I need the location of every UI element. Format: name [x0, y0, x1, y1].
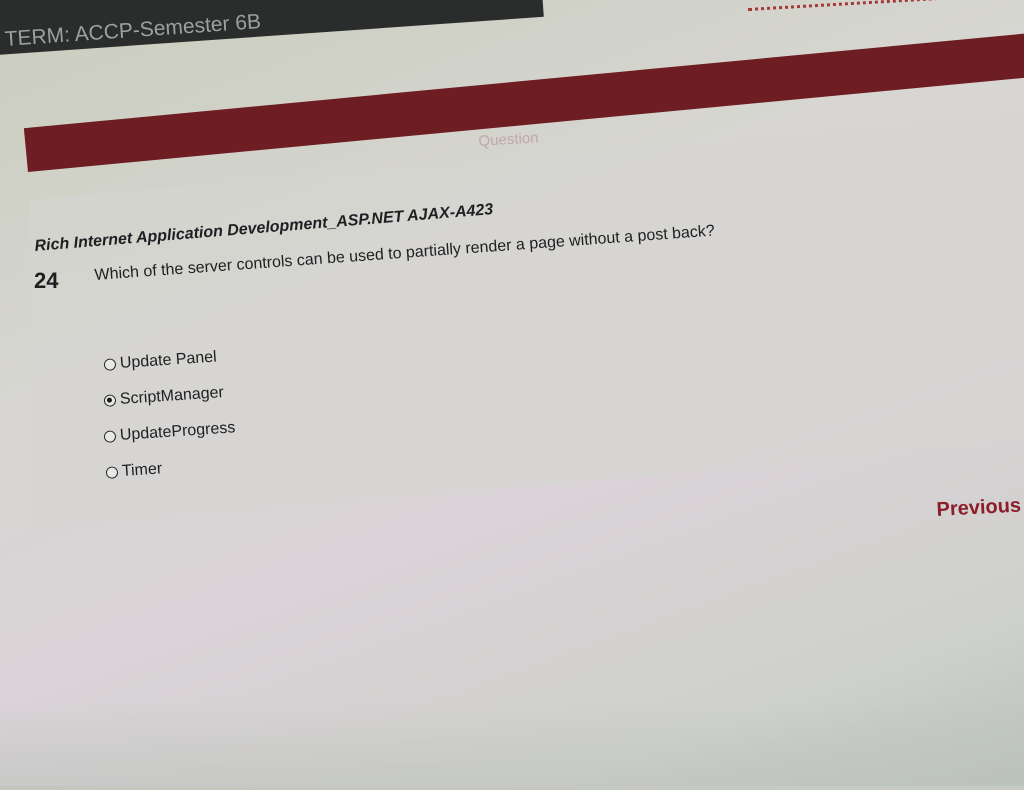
- option-timer[interactable]: Timer: [105, 460, 163, 482]
- bottom-shade: [0, 700, 1024, 790]
- radio-button-checked-icon[interactable]: [103, 394, 117, 407]
- radio-button-icon[interactable]: [103, 430, 117, 443]
- question-panel: [30, 112, 1024, 530]
- previous-button[interactable]: Previous: [936, 495, 1022, 522]
- question-heading: Question: [478, 129, 539, 150]
- question-number: 24: [34, 268, 59, 293]
- radio-button-icon[interactable]: [103, 358, 117, 371]
- option-label: Timer: [121, 460, 163, 480]
- decorative-dash-line: [748, 0, 1018, 11]
- radio-button-icon[interactable]: [105, 466, 119, 479]
